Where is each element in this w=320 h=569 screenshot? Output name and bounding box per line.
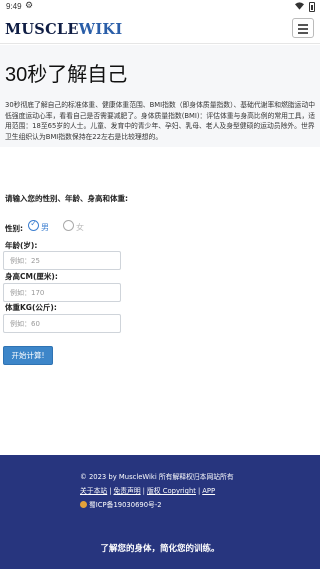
hamburger-menu-icon[interactable]: [292, 18, 314, 38]
height-label: 身高CM(厘米):: [5, 272, 58, 281]
age-label: 年龄(岁):: [5, 241, 38, 250]
gender-female-radio[interactable]: [63, 220, 74, 231]
footer-links: 关于本站 | 免责声明 | 版权 Copyright | APP: [80, 487, 216, 495]
hero-section: 30秒了解自己 30秒彻底了解自己的标准体重、健康体重范围、BMI指数（即身体质…: [0, 45, 320, 147]
footer: © 2023 by MuscleWiki 所有解释权归本网站所有 关于本站 | 免责…: [0, 455, 320, 569]
wifi-icon: [295, 2, 304, 10]
gear-icon: ⚙: [25, 1, 34, 11]
form-prompt: 请输入您的性别、年龄、身高和体重:: [5, 194, 128, 203]
gender-male-radio[interactable]: [28, 219, 39, 231]
brand-part-muscle: MUSCLE: [5, 21, 79, 38]
footer-link-app[interactable]: APP: [202, 487, 215, 495]
footer-icp[interactable]: 蜀ICP备19030690号-2: [80, 499, 162, 509]
gender-female-label[interactable]: 女: [76, 222, 84, 233]
gender-male-label[interactable]: 男: [41, 222, 49, 233]
police-badge-icon: [80, 501, 87, 508]
footer-copyright: © 2023 by MuscleWiki 所有解释权归本网站所有: [80, 473, 234, 481]
height-input[interactable]: [3, 283, 121, 302]
weight-label: 体重KG(公斤):: [5, 303, 57, 312]
intro-description: 30秒彻底了解自己的标准体重、健康体重范围、BMI指数（即身体质量指数）、基础代…: [5, 101, 316, 141]
footer-link-copyright[interactable]: 版权 Copyright: [147, 487, 196, 495]
navbar: MUSCLEWIKI: [0, 14, 320, 44]
footer-link-about[interactable]: 关于本站: [80, 487, 107, 495]
status-time: 9:49: [6, 2, 22, 11]
page-title: 30秒了解自己: [5, 64, 128, 86]
weight-input[interactable]: [3, 314, 121, 333]
brand-logo[interactable]: MUSCLEWIKI: [5, 21, 122, 38]
icp-text[interactable]: 蜀ICP备19030690号-2: [89, 501, 162, 509]
start-calculate-button[interactable]: 开始计算!: [3, 346, 53, 365]
battery-icon: [309, 2, 315, 12]
footer-link-disclaimer[interactable]: 免责声明: [113, 487, 140, 495]
footer-slogan: 了解您的身体，简化您的训练。: [100, 544, 220, 554]
brand-part-wiki: WIKI: [78, 21, 123, 38]
status-bar: 9:49 ⚙: [0, 0, 320, 14]
age-input[interactable]: [3, 251, 121, 270]
gender-label: 性别:: [5, 224, 23, 233]
